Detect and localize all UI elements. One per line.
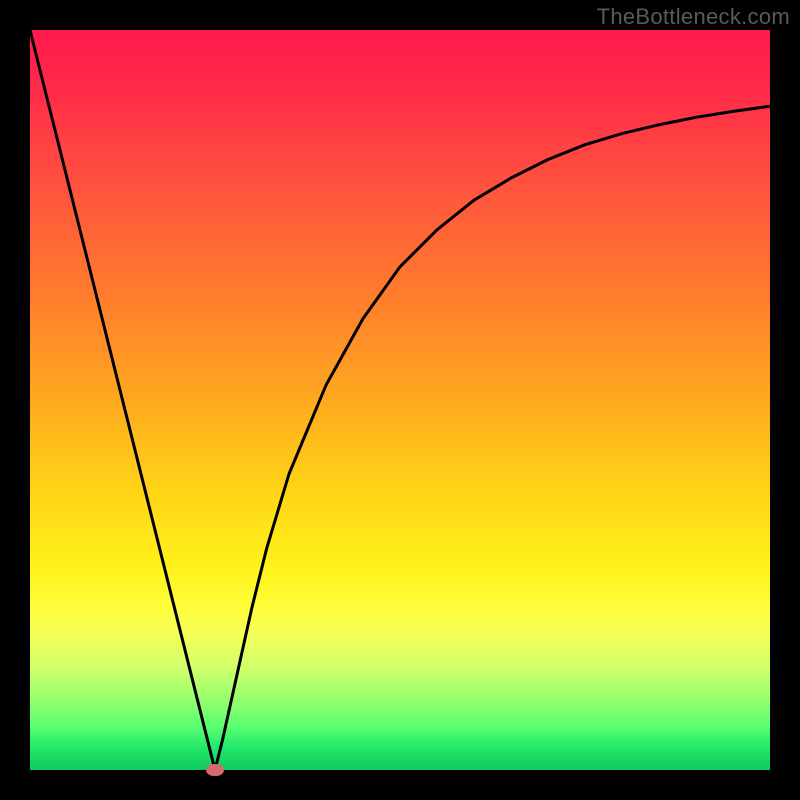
plot-area — [30, 30, 770, 770]
bottleneck-curve — [30, 30, 770, 770]
watermark-text: TheBottleneck.com — [597, 4, 790, 30]
minimum-marker — [206, 764, 224, 776]
chart-frame: TheBottleneck.com — [0, 0, 800, 800]
curve-layer — [30, 30, 770, 770]
